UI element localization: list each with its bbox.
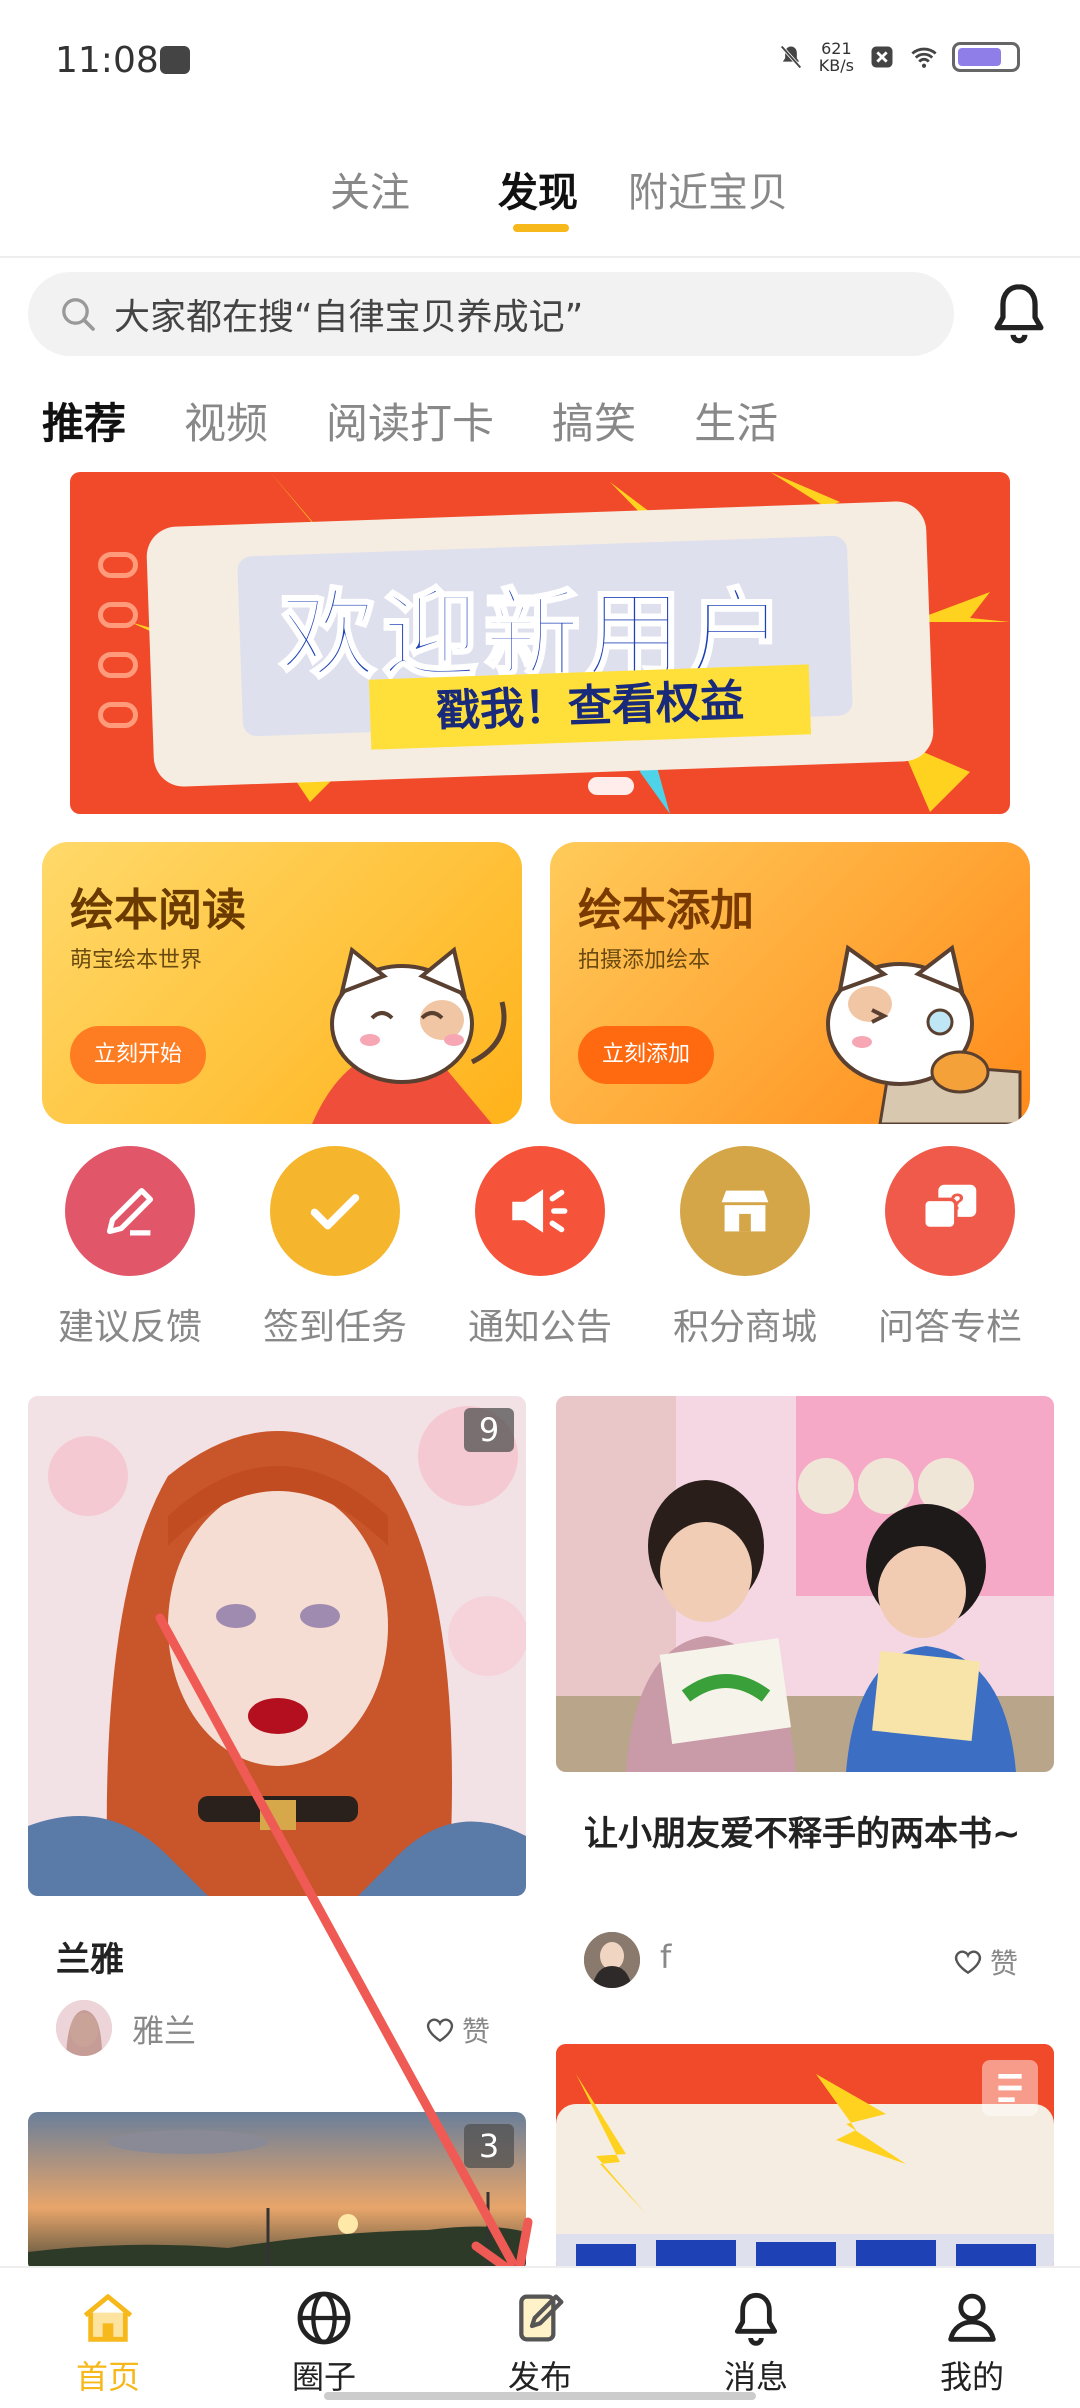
banner-spring <box>98 702 138 728</box>
add-card-subtitle: 拍摄添加绘本 <box>578 948 711 973</box>
post-card-image[interactable]: 3 <box>28 2112 526 2272</box>
picture-book-add-card[interactable]: 绘本添加 拍摄添加绘本 立刻添加 <box>550 842 1030 1124</box>
search-bar[interactable]: 大家都在搜“自律宝贝养成记” <box>28 272 954 356</box>
heart-icon <box>954 1950 982 1975</box>
svg-text:?: ? <box>950 1189 964 1215</box>
tab-discover[interactable]: 发现 <box>498 160 578 218</box>
network-speed-unit: KB/s <box>818 56 854 75</box>
sim-x-icon <box>871 46 893 68</box>
reading-card-subtitle: 萌宝绘本世界 <box>70 948 203 973</box>
bell-icon <box>734 2292 778 2346</box>
tab-profile[interactable]: 我的 <box>892 2286 1052 2398</box>
sunset-photo <box>28 2112 526 2272</box>
like-button[interactable]: 赞 <box>952 1942 1018 1982</box>
bottom-tab-bar: 首页 圈子 发布 消息 我的 <box>0 2266 1080 2408</box>
heart-icon <box>426 2018 454 2043</box>
children-reading-photo <box>556 1396 1054 1772</box>
tab-label: 我的 <box>939 2358 1004 2396</box>
category-video[interactable]: 视频 <box>184 390 268 451</box>
start-reading-button[interactable]: 立刻开始 <box>70 1026 206 1084</box>
portrait-photo <box>28 1396 526 1896</box>
post-author[interactable]: f <box>660 1938 671 1976</box>
tab-home[interactable]: 首页 <box>28 2286 188 2398</box>
quick-links: 建议反馈 签到任务 通知公告 积分商城 ? 问答专栏 <box>0 1146 1080 1348</box>
user-icon <box>948 2293 996 2342</box>
reading-card-title: 绘本阅读 <box>70 885 246 936</box>
mute-bell-icon <box>780 45 802 69</box>
edit-note-icon <box>519 2294 564 2342</box>
quick-link-points-mall[interactable]: 积分商城 <box>655 1146 835 1350</box>
like-label: 赞 <box>990 1947 1019 1980</box>
post-card-image[interactable] <box>556 2044 1054 2272</box>
quick-link-label: 建议反馈 <box>57 1307 202 1348</box>
image-count-badge: 3 <box>464 2124 514 2168</box>
header-divider <box>0 256 1080 258</box>
globe-icon <box>297 2291 351 2345</box>
store-icon <box>680 1146 810 1276</box>
cat-mascot-icon <box>312 946 507 1124</box>
tab-publish[interactable]: 发布 <box>460 2286 620 2398</box>
question-icon: ? <box>885 1146 1015 1276</box>
category-funny[interactable]: 搞笑 <box>552 390 636 451</box>
avatar[interactable] <box>56 2000 112 2056</box>
post-title[interactable]: 兰雅 <box>56 1932 124 1981</box>
tab-circle[interactable]: 圈子 <box>244 2286 404 2398</box>
add-card-title: 绘本添加 <box>578 885 754 936</box>
category-life[interactable]: 生活 <box>694 390 778 451</box>
notification-icon <box>160 46 190 74</box>
category-tabs: 推荐 视频 阅读打卡 搞笑 生活 <box>42 390 778 451</box>
tab-messages[interactable]: 消息 <box>676 2286 836 2398</box>
document-icon <box>982 2060 1038 2116</box>
check-icon <box>270 1146 400 1276</box>
category-recommend[interactable]: 推荐 <box>42 390 126 451</box>
megaphone-icon <box>475 1146 605 1276</box>
quick-link-feedback[interactable]: 建议反馈 <box>40 1146 220 1350</box>
banner-spring <box>98 652 138 678</box>
banner-spring <box>98 602 138 628</box>
home-indicator <box>324 2392 756 2400</box>
status-bar: 11:08 621 KB/s <box>0 0 1080 110</box>
battery-icon <box>952 42 1020 72</box>
wifi-icon <box>911 47 937 68</box>
avatar[interactable] <box>584 1932 640 1988</box>
quick-link-checkin[interactable]: 签到任务 <box>245 1146 425 1350</box>
post-title[interactable]: 让小朋友爱不释手的两本书~ <box>584 1806 1044 1862</box>
quick-link-label: 通知公告 <box>467 1307 612 1348</box>
pencil-icon <box>65 1146 195 1276</box>
cat-in-box-icon <box>826 944 1022 1124</box>
image-count-badge: 9 <box>464 1408 514 1452</box>
add-book-button[interactable]: 立刻添加 <box>578 1026 714 1084</box>
active-tab-indicator <box>513 224 569 232</box>
network-speed-value: 621 <box>821 39 852 58</box>
bell-icon[interactable] <box>984 278 1054 348</box>
top-tabs: 关注 发现 附近宝贝 <box>0 150 1080 260</box>
like-button[interactable]: 赞 <box>424 2010 490 2050</box>
tab-follow[interactable]: 关注 <box>330 160 410 218</box>
banner-spring <box>98 552 138 578</box>
banner-page-indicator <box>588 777 634 795</box>
quick-link-qa[interactable]: ? 问答专栏 <box>860 1146 1040 1350</box>
like-label: 赞 <box>462 2015 491 2048</box>
tab-label: 首页 <box>75 2358 140 2396</box>
status-icons: 621 KB/s <box>777 40 1020 74</box>
welcome-banner[interactable]: 欢迎新用户 戳我！查看权益 <box>70 472 1010 814</box>
network-speed: 621 KB/s <box>819 40 854 74</box>
quick-link-label: 问答专栏 <box>877 1307 1022 1348</box>
quick-link-label: 签到任务 <box>262 1307 407 1348</box>
category-reading-checkin[interactable]: 阅读打卡 <box>326 390 494 451</box>
post-card-image[interactable] <box>556 1396 1054 1772</box>
quick-link-label: 积分商城 <box>672 1307 817 1348</box>
post-author[interactable]: 雅兰 <box>132 2006 196 2052</box>
welcome-banner-thumbnail <box>556 2044 1054 2272</box>
quick-link-notice[interactable]: 通知公告 <box>450 1146 630 1350</box>
search-icon <box>62 298 95 331</box>
tab-nearby[interactable]: 附近宝贝 <box>628 160 788 218</box>
home-icon <box>83 2294 133 2342</box>
picture-book-reading-card[interactable]: 绘本阅读 萌宝绘本世界 立刻开始 <box>42 842 522 1124</box>
search-placeholder: 大家都在搜“自律宝贝养成记” <box>114 297 584 338</box>
status-time: 11:08 <box>55 40 159 81</box>
post-card-image[interactable]: 9 <box>28 1396 526 1896</box>
